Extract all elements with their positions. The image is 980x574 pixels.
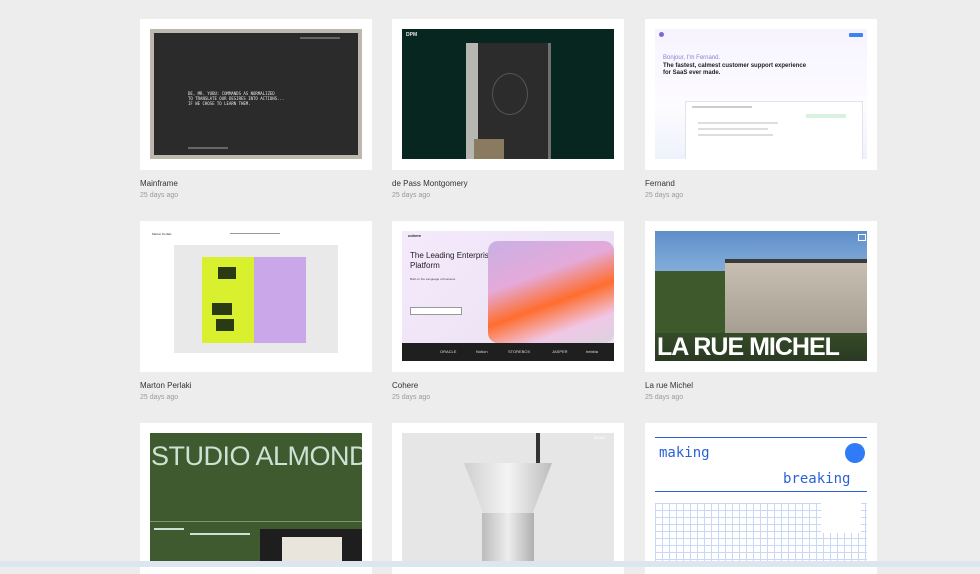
thumb-book — [174, 245, 338, 353]
card-title[interactable]: Cohere — [392, 381, 624, 391]
thumb-text-line: IF WE CHOSE TO LEARN THEM. — [188, 101, 251, 106]
thumb-brand: MOBJ — [594, 435, 606, 440]
project-card-fernand[interactable]: Bonjour, I'm Fernand. The fastest, calme… — [645, 19, 877, 200]
thumb-headline: STUDIO ALMOND — [151, 441, 362, 471]
card-title[interactable]: Mainframe — [140, 179, 372, 189]
thumbnail-marton-perlaki: Marton Perlaki — [150, 231, 362, 361]
thumb-brand: cohere — [408, 233, 422, 238]
card-date: 25 days ago — [645, 192, 684, 199]
project-card-marton-perlaki[interactable]: Marton Perlaki Marton Perlaki 25 days ag… — [140, 221, 372, 402]
bottom-scroll-strip — [0, 561, 980, 567]
thumb-caption: LA RUE MICHEL — [657, 333, 840, 361]
thumb-subtitle: Built on the Language of business — [410, 277, 456, 281]
thumb-greeting: Bonjour, I'm Fernand. — [663, 55, 721, 61]
card-frame[interactable]: LA RUE MICHEL — [645, 221, 877, 372]
card-frame[interactable]: DE, MR. YUBU: COMMANDS AS NORMALIZED TO … — [140, 19, 372, 170]
thumbnail-cohere: cohere The Leading Enterprise AI Platfor… — [402, 231, 614, 361]
project-card-la-rue-michel[interactable]: LA RUE MICHEL La rue Michel 25 days ago — [645, 221, 877, 402]
thumb-word: breaking — [783, 471, 851, 487]
logo-text: ORACLE — [440, 349, 457, 354]
project-card-cohere[interactable]: cohere The Leading Enterprise AI Platfor… — [392, 221, 624, 402]
thumbnail-la-rue-michel: LA RUE MICHEL — [655, 231, 867, 361]
card-date: 25 days ago — [645, 394, 684, 401]
thumbnail-mainframe: DE, MR. YUBU: COMMANDS AS NORMALIZED TO … — [150, 29, 362, 159]
card-date: 25 days ago — [392, 192, 431, 199]
card-date: 25 days ago — [140, 192, 179, 199]
card-title[interactable]: Marton Perlaki — [140, 381, 372, 391]
logo-text: hebbia — [586, 349, 599, 354]
card-date: 25 days ago — [140, 394, 179, 401]
logo-text: Notion — [476, 349, 488, 354]
card-title[interactable]: Fernand — [645, 179, 877, 189]
card-frame[interactable]: MOBJ — [392, 423, 624, 574]
card-frame[interactable]: making breaking — [645, 423, 877, 574]
thumb-headline: The fastest, calmest customer support ex… — [663, 63, 807, 76]
card-frame[interactable]: DPM — [392, 19, 624, 170]
thumb-app-panel — [685, 101, 863, 159]
project-card-studio-almond[interactable]: STUDIO ALMOND — [140, 423, 372, 574]
logo-text: STOREBOX — [508, 349, 531, 354]
card-title[interactable]: de Pass Montgomery — [392, 179, 624, 189]
card-frame[interactable]: Marton Perlaki — [140, 221, 372, 372]
logo-text: JASPER — [552, 349, 568, 354]
thumb-marble-vase — [402, 463, 614, 563]
project-card-de-pass-montgomery[interactable]: DPM de Pass Montgomery 25 days ago — [392, 19, 624, 200]
card-frame[interactable]: cohere The Leading Enterprise AI Platfor… — [392, 221, 624, 372]
thumbnail-de-pass-montgomery: DPM — [402, 29, 614, 159]
project-card-making-breaking[interactable]: making breaking — [645, 423, 877, 574]
thumb-image-panel — [466, 43, 551, 159]
thumb-name: Marton Perlaki — [152, 232, 172, 236]
thumbnail-fernand: Bonjour, I'm Fernand. The fastest, calme… — [655, 29, 867, 159]
thumb-word: making — [659, 445, 710, 461]
card-date: 25 days ago — [392, 394, 431, 401]
thumb-badge — [845, 443, 865, 463]
project-card-mobj[interactable]: MOBJ — [392, 423, 624, 574]
card-frame[interactable]: Bonjour, I'm Fernand. The fastest, calme… — [645, 19, 877, 170]
thumb-logo: DPM — [406, 32, 418, 38]
thumbnail-mobj: MOBJ — [402, 433, 614, 563]
thumbnail-making-breaking: making breaking — [655, 433, 867, 563]
thumb-logo-bar: ORACLE Notion STOREBOX JASPER hebbia — [402, 343, 614, 361]
card-frame[interactable]: STUDIO ALMOND — [140, 423, 372, 574]
project-card-mainframe[interactable]: DE, MR. YUBU: COMMANDS AS NORMALIZED TO … — [140, 19, 372, 200]
card-title[interactable]: La rue Michel — [645, 381, 877, 391]
thumbnail-studio-almond: STUDIO ALMOND — [150, 433, 362, 563]
